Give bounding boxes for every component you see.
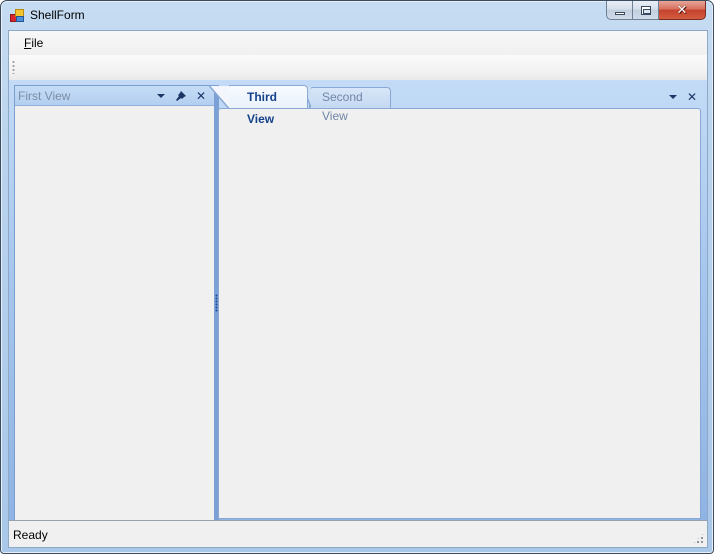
- pin-icon: [176, 90, 186, 101]
- maximize-button[interactable]: [633, 1, 659, 20]
- chevron-down-icon: [157, 93, 165, 98]
- tab-list-dropdown-button[interactable]: [666, 89, 680, 104]
- first-view-header[interactable]: First View ✕: [15, 86, 214, 106]
- close-icon: ✕: [195, 88, 207, 103]
- caption-buttons: ✕: [606, 1, 706, 21]
- first-view-panel: First View ✕: [14, 85, 215, 521]
- dock-area: First View ✕ Third View Second View ✕: [9, 80, 707, 521]
- tab-second-view[interactable]: Second View: [303, 87, 391, 123]
- first-view-title: First View: [18, 89, 71, 103]
- window-title: ShellForm: [30, 8, 85, 22]
- tab-third-view[interactable]: Third View: [209, 85, 308, 126]
- menu-file-label: ile: [31, 36, 44, 50]
- panel-close-button[interactable]: ✕: [194, 88, 208, 103]
- toolstrip-grip-handle[interactable]: [12, 60, 15, 74]
- close-icon: ✕: [676, 2, 688, 18]
- tab-third-view-label: Third View: [247, 90, 277, 126]
- panel-dropdown-button[interactable]: [154, 88, 168, 103]
- menu-bar: File: [9, 31, 707, 55]
- status-label: Ready: [13, 528, 48, 542]
- minimize-icon: [614, 11, 625, 15]
- close-window-button[interactable]: ✕: [659, 1, 706, 20]
- chevron-down-icon: [669, 94, 677, 99]
- close-icon: ✕: [686, 89, 698, 104]
- status-bar: Ready: [9, 520, 707, 547]
- tab-close-button[interactable]: ✕: [685, 89, 699, 104]
- client-area: File First View ✕ Third View Second View…: [8, 30, 708, 548]
- panel-pin-button[interactable]: [174, 88, 188, 103]
- shell-form-window: ShellForm ✕ File First View ✕ Third View…: [0, 0, 714, 554]
- app-icon[interactable]: [10, 9, 24, 23]
- title-bar[interactable]: ShellForm ✕: [1, 1, 713, 31]
- menu-file[interactable]: File: [18, 35, 49, 53]
- third-view-content: [218, 108, 701, 519]
- document-area: Third View Second View ✕: [209, 85, 703, 521]
- tab-strip: Third View Second View ✕: [209, 85, 703, 126]
- maximize-icon: [640, 5, 651, 15]
- resize-grip-handle[interactable]: [693, 533, 704, 544]
- tool-strip: [9, 55, 707, 80]
- minimize-button[interactable]: [606, 1, 633, 20]
